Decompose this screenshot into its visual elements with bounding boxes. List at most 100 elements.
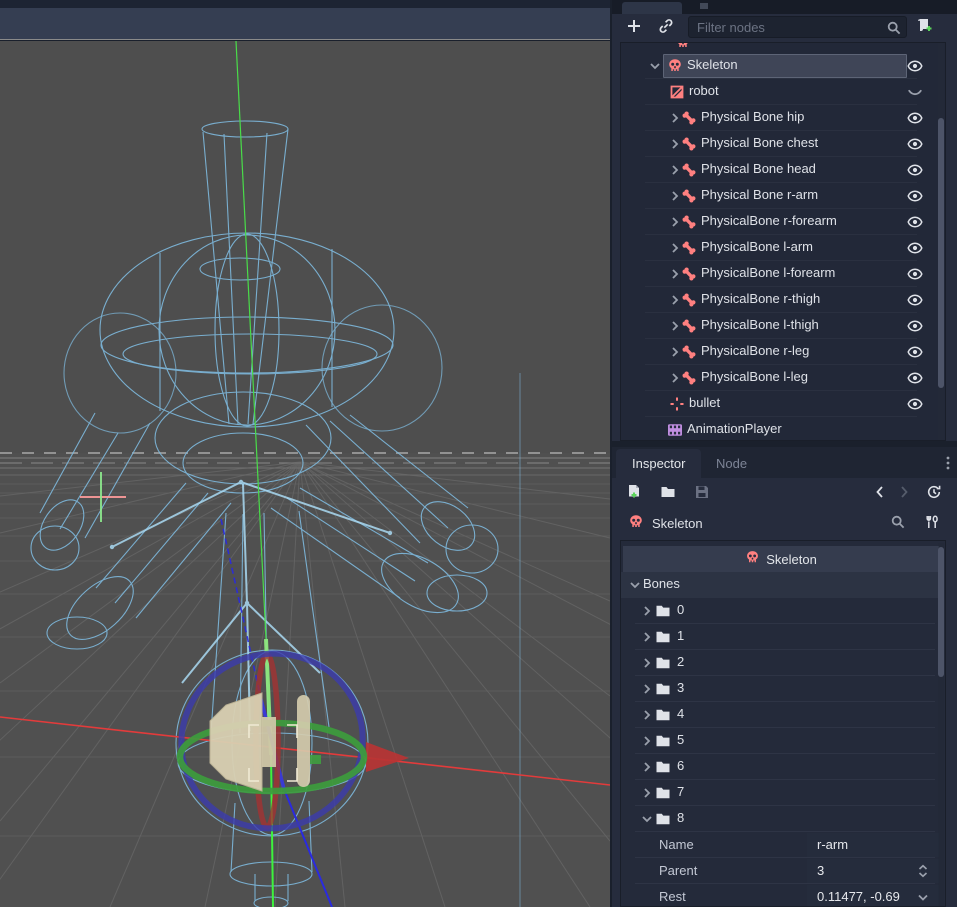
- tree-row-physical-bone-chest[interactable]: Physical Bone chest: [621, 131, 946, 157]
- property-value[interactable]: r-arm: [817, 837, 848, 852]
- visibility-eye-icon[interactable]: [907, 240, 923, 256]
- search-icon: [884, 19, 904, 39]
- category-bones[interactable]: Bones: [621, 572, 941, 598]
- visibility-eye-icon[interactable]: [907, 58, 923, 74]
- visibility-eye-icon[interactable]: [907, 292, 923, 308]
- attach-script-button[interactable]: [914, 17, 934, 37]
- tree-row-physicalbone-l-forearm[interactable]: PhysicalBone l-forearm: [621, 261, 946, 287]
- dock-menu-button[interactable]: [938, 454, 957, 474]
- scrollbar-thumb[interactable]: [938, 118, 944, 388]
- tree-row-robot[interactable]: robot: [621, 79, 946, 105]
- instance-scene-button[interactable]: [656, 17, 676, 37]
- bone-folder-4[interactable]: 4: [621, 702, 941, 728]
- node-label: PhysicalBone l-thigh: [701, 317, 819, 332]
- scene-dock: SkeletonrobotPhysical Bone hipPhysical B…: [612, 14, 957, 441]
- chevron-right-icon[interactable]: [639, 759, 655, 775]
- visibility-eye-icon[interactable]: [907, 110, 923, 126]
- visibility-eye-icon[interactable]: [907, 318, 923, 334]
- visibility-eye-closed-icon[interactable]: [907, 84, 923, 100]
- godot-editor-window: SkeletonrobotPhysical Bone hipPhysical B…: [0, 0, 957, 907]
- inspector-toolbar: [612, 478, 957, 509]
- visibility-eye-icon[interactable]: [907, 266, 923, 282]
- new-resource-button[interactable]: [624, 483, 644, 503]
- folder-icon: [655, 655, 671, 671]
- node-label: PhysicalBone r-leg: [701, 343, 809, 358]
- menu-dots-icon: [940, 455, 956, 474]
- property-row-parent: Parent3: [621, 858, 941, 884]
- add-node-button[interactable]: [624, 17, 644, 37]
- bone-folder-7[interactable]: 7: [621, 780, 941, 806]
- node-label: PhysicalBone l-forearm: [701, 265, 835, 280]
- bone-folder-1[interactable]: 1: [621, 624, 941, 650]
- tree-row-bullet[interactable]: bullet: [621, 391, 946, 417]
- manage-object-properties-button[interactable]: [922, 513, 942, 533]
- tree-row-physical-bone-hip[interactable]: Physical Bone hip: [621, 105, 946, 131]
- bone-folder-2[interactable]: 2: [621, 650, 941, 676]
- chevron-right-icon[interactable]: [639, 655, 655, 671]
- object-history-button[interactable]: [924, 483, 944, 503]
- resource-header: Skeleton: [623, 546, 939, 572]
- gizmo-scale-handle[interactable]: [310, 755, 321, 764]
- scene-tree[interactable]: SkeletonrobotPhysical Bone hipPhysical B…: [620, 42, 946, 441]
- page-plus-icon: [626, 484, 642, 503]
- folder-icon: [655, 681, 671, 697]
- tab-inspector[interactable]: Inspector: [616, 449, 701, 478]
- bone-folder-8[interactable]: 8: [621, 806, 941, 832]
- visibility-eye-icon[interactable]: [907, 396, 923, 412]
- chevron-right-icon[interactable]: [639, 681, 655, 697]
- property-value[interactable]: 3: [817, 863, 824, 878]
- tree-row-physicalbone-l-thigh[interactable]: PhysicalBone l-thigh: [621, 313, 946, 339]
- tree-row-animationplayer[interactable]: AnimationPlayer: [621, 417, 946, 441]
- property-search-button[interactable]: [888, 513, 908, 533]
- history-back-button[interactable]: [870, 483, 890, 503]
- visibility-eye-icon[interactable]: [907, 214, 923, 230]
- tree-row-physicalbone-r-thigh[interactable]: PhysicalBone r-thigh: [621, 287, 946, 313]
- node-label: Physical Bone r-arm: [701, 187, 818, 202]
- 3d-viewport[interactable]: [0, 41, 610, 907]
- bone-folder-0[interactable]: 0: [621, 598, 941, 624]
- tree-row-skeleton[interactable]: Skeleton: [621, 53, 946, 79]
- bone-folder-5[interactable]: 5: [621, 728, 941, 754]
- bone-folder-3[interactable]: 3: [621, 676, 941, 702]
- bone-index-label: 4: [677, 706, 684, 721]
- spinner-icon[interactable]: [915, 863, 931, 879]
- scrollbar-thumb[interactable]: [938, 547, 944, 677]
- tab-node[interactable]: Node: [700, 449, 763, 478]
- skull-icon: [626, 513, 646, 533]
- folder-icon: [655, 707, 671, 723]
- chevron-right-icon[interactable]: [639, 629, 655, 645]
- property-value[interactable]: 0.11477, -0.69: [817, 889, 900, 904]
- visibility-eye-icon[interactable]: [907, 344, 923, 360]
- chevron-down-icon[interactable]: [647, 58, 663, 74]
- chevron-right-icon[interactable]: [639, 733, 655, 749]
- chevron-right-icon[interactable]: [639, 603, 655, 619]
- inspector-scrollbar[interactable]: [938, 543, 944, 906]
- dropdown-chevron-icon[interactable]: [915, 889, 931, 905]
- node-label: PhysicalBone r-thigh: [701, 291, 820, 306]
- node-label: robot: [689, 83, 719, 98]
- tree-row-physical-bone-r-arm[interactable]: Physical Bone r-arm: [621, 183, 946, 209]
- tree-row-physicalbone-l-leg[interactable]: PhysicalBone l-leg: [621, 365, 946, 391]
- scene-tree-scrollbar[interactable]: [938, 43, 944, 440]
- visibility-eye-icon[interactable]: [907, 370, 923, 386]
- tree-row-physicalbone-r-leg[interactable]: PhysicalBone r-leg: [621, 339, 946, 365]
- bone-folder-6[interactable]: 6: [621, 754, 941, 780]
- visibility-eye-icon[interactable]: [907, 136, 923, 152]
- filter-nodes-input[interactable]: [688, 16, 907, 38]
- visibility-eye-icon[interactable]: [907, 188, 923, 204]
- bone-icon: [681, 240, 697, 256]
- bone-index-label: 7: [677, 784, 684, 799]
- bone-icon: [681, 188, 697, 204]
- tree-row-physicalbone-l-arm[interactable]: PhysicalBone l-arm: [621, 235, 946, 261]
- chevron-down-icon[interactable]: [639, 811, 655, 827]
- save-resource-button[interactable]: [692, 483, 712, 503]
- load-resource-button[interactable]: [658, 483, 678, 503]
- inspector-properties[interactable]: Skeleton Bones 012345678Namer-armParent3…: [620, 540, 946, 907]
- node-label: Physical Bone head: [701, 161, 816, 176]
- tree-row-physicalbone-r-forearm[interactable]: PhysicalBone r-forearm: [621, 209, 946, 235]
- chevron-right-icon[interactable]: [639, 707, 655, 723]
- visibility-eye-icon[interactable]: [907, 162, 923, 178]
- tree-row-physical-bone-head[interactable]: Physical Bone head: [621, 157, 946, 183]
- history-forward-button[interactable]: [894, 483, 914, 503]
- chevron-right-icon[interactable]: [639, 785, 655, 801]
